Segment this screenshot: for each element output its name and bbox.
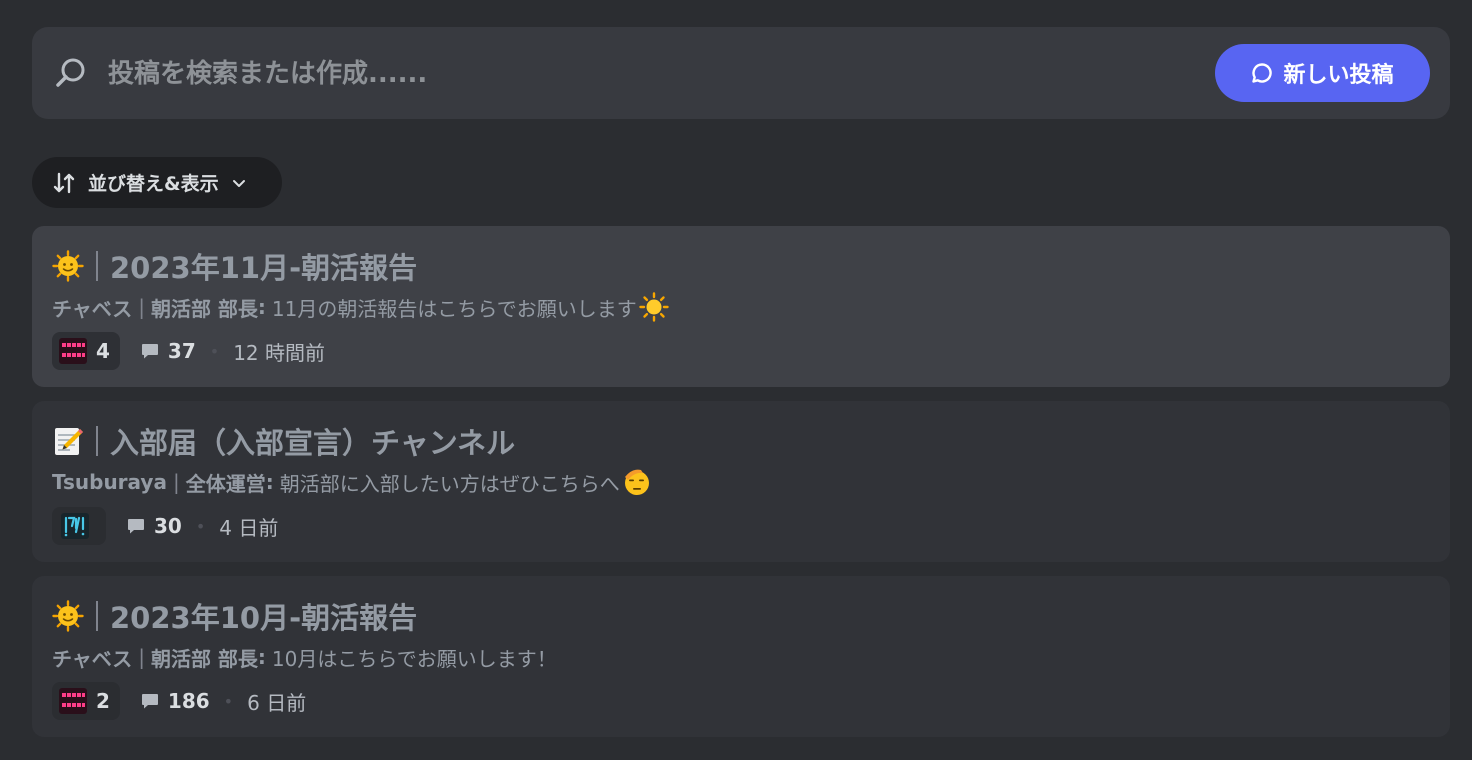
reaction-count: 4	[96, 339, 110, 363]
comment-count: 186	[140, 689, 210, 713]
chat-bubble-icon	[1252, 63, 1273, 83]
search-icon	[56, 58, 85, 87]
new-post-button[interactable]: 新しい投稿	[1215, 44, 1430, 102]
post-card[interactable]: 入部届（入部宣言）チャンネル Tsuburaya | 全体運営 : 朝活部に入部…	[32, 401, 1450, 562]
saluting-face-icon	[624, 469, 649, 495]
preview-colon: :	[265, 470, 274, 494]
comment-count-value: 30	[154, 514, 182, 538]
search-input[interactable]	[108, 51, 1188, 97]
comment-icon	[141, 344, 158, 359]
sort-arrows-icon	[53, 172, 75, 193]
arigatou-gozaimasu-sticker-icon	[59, 338, 87, 364]
preview-role: 朝活部 部長	[150, 296, 258, 321]
sun-face-icon	[52, 600, 84, 632]
post-preview: Tsuburaya | 全体運営 : 朝活部に入部したい方はぜひこちらへ	[52, 467, 652, 497]
preview-separator: |	[138, 645, 145, 669]
post-timestamp: 12 時間前	[233, 340, 326, 365]
reaction-button[interactable]: 2	[52, 682, 120, 720]
preview-text: 10月はこちらでお願いします！	[271, 646, 557, 671]
new-post-label: 新しい投稿	[1283, 63, 1394, 88]
post-footer: 4 37 • 12 時間前	[52, 332, 325, 370]
title-divider	[96, 601, 98, 631]
preview-text: 朝活部に入部したい方はぜひこちらへ	[279, 471, 620, 496]
preview-role: 全体運営	[185, 471, 266, 496]
reaction-button[interactable]: 4	[52, 332, 120, 370]
sun-icon	[639, 292, 669, 322]
post-title: 2023年10月-朝活報告	[110, 601, 418, 635]
post-title-row: 2023年11月-朝活報告	[52, 246, 417, 286]
comment-icon	[141, 694, 158, 709]
iine-sticker-icon	[61, 513, 89, 539]
memo-icon	[55, 428, 83, 455]
sort-view-label: 並び替え&表示	[88, 173, 219, 195]
comment-count-value: 186	[167, 689, 210, 713]
preview-separator: |	[138, 295, 145, 319]
post-footer: 30 • 4 日前	[52, 507, 278, 545]
comment-count: 37	[140, 339, 196, 363]
comment-icon	[128, 519, 144, 534]
preview-text: 11月の朝活報告はこちらでお願いします	[271, 296, 637, 321]
preview-colon: :	[257, 645, 266, 669]
search-bar: 新しい投稿	[32, 27, 1450, 119]
preview-author: チャベス	[52, 646, 133, 671]
comment-count: 30	[126, 514, 182, 538]
dot-separator: •	[195, 516, 206, 536]
post-card[interactable]: 2023年11月-朝活報告 チャベス | 朝活部 部長 : 11月の朝活報告はこ…	[32, 226, 1450, 387]
post-preview: チャベス | 朝活部 部長 : 11月の朝活報告はこちらでお願いします	[52, 292, 669, 322]
sort-view-button[interactable]: 並び替え&表示	[32, 157, 282, 208]
post-card[interactable]: 2023年10月-朝活報告 チャベス | 朝活部 部長 : 10月はこちらでお願…	[32, 576, 1450, 737]
post-title-row: 入部届（入部宣言）チャンネル	[52, 421, 515, 461]
preview-author: チャベス	[52, 296, 133, 321]
preview-separator: |	[172, 470, 180, 494]
post-title-row: 2023年10月-朝活報告	[52, 596, 417, 636]
preview-author: Tsuburaya	[52, 470, 167, 494]
post-footer: 2 186 • 6 日前	[52, 682, 306, 720]
sun-face-icon	[52, 250, 84, 282]
post-title: 入部届（入部宣言）チャンネル	[110, 426, 516, 460]
reaction-count: 2	[96, 689, 110, 713]
title-divider	[96, 426, 98, 456]
preview-colon: :	[257, 295, 266, 319]
comment-count-value: 37	[167, 339, 196, 363]
dot-separator: •	[209, 341, 220, 361]
post-title: 2023年11月-朝活報告	[110, 251, 418, 285]
post-preview: チャベス | 朝活部 部長 : 10月はこちらでお願いします！	[52, 642, 557, 672]
chevron-down-icon	[232, 179, 245, 187]
preview-role: 朝活部 部長	[150, 646, 258, 671]
title-divider	[96, 251, 98, 281]
post-timestamp: 6 日前	[247, 690, 307, 715]
reaction-button[interactable]	[52, 507, 106, 545]
dot-separator: •	[223, 691, 234, 711]
post-timestamp: 4 日前	[219, 515, 279, 540]
arigatou-gozaimasu-sticker-icon	[59, 688, 87, 714]
